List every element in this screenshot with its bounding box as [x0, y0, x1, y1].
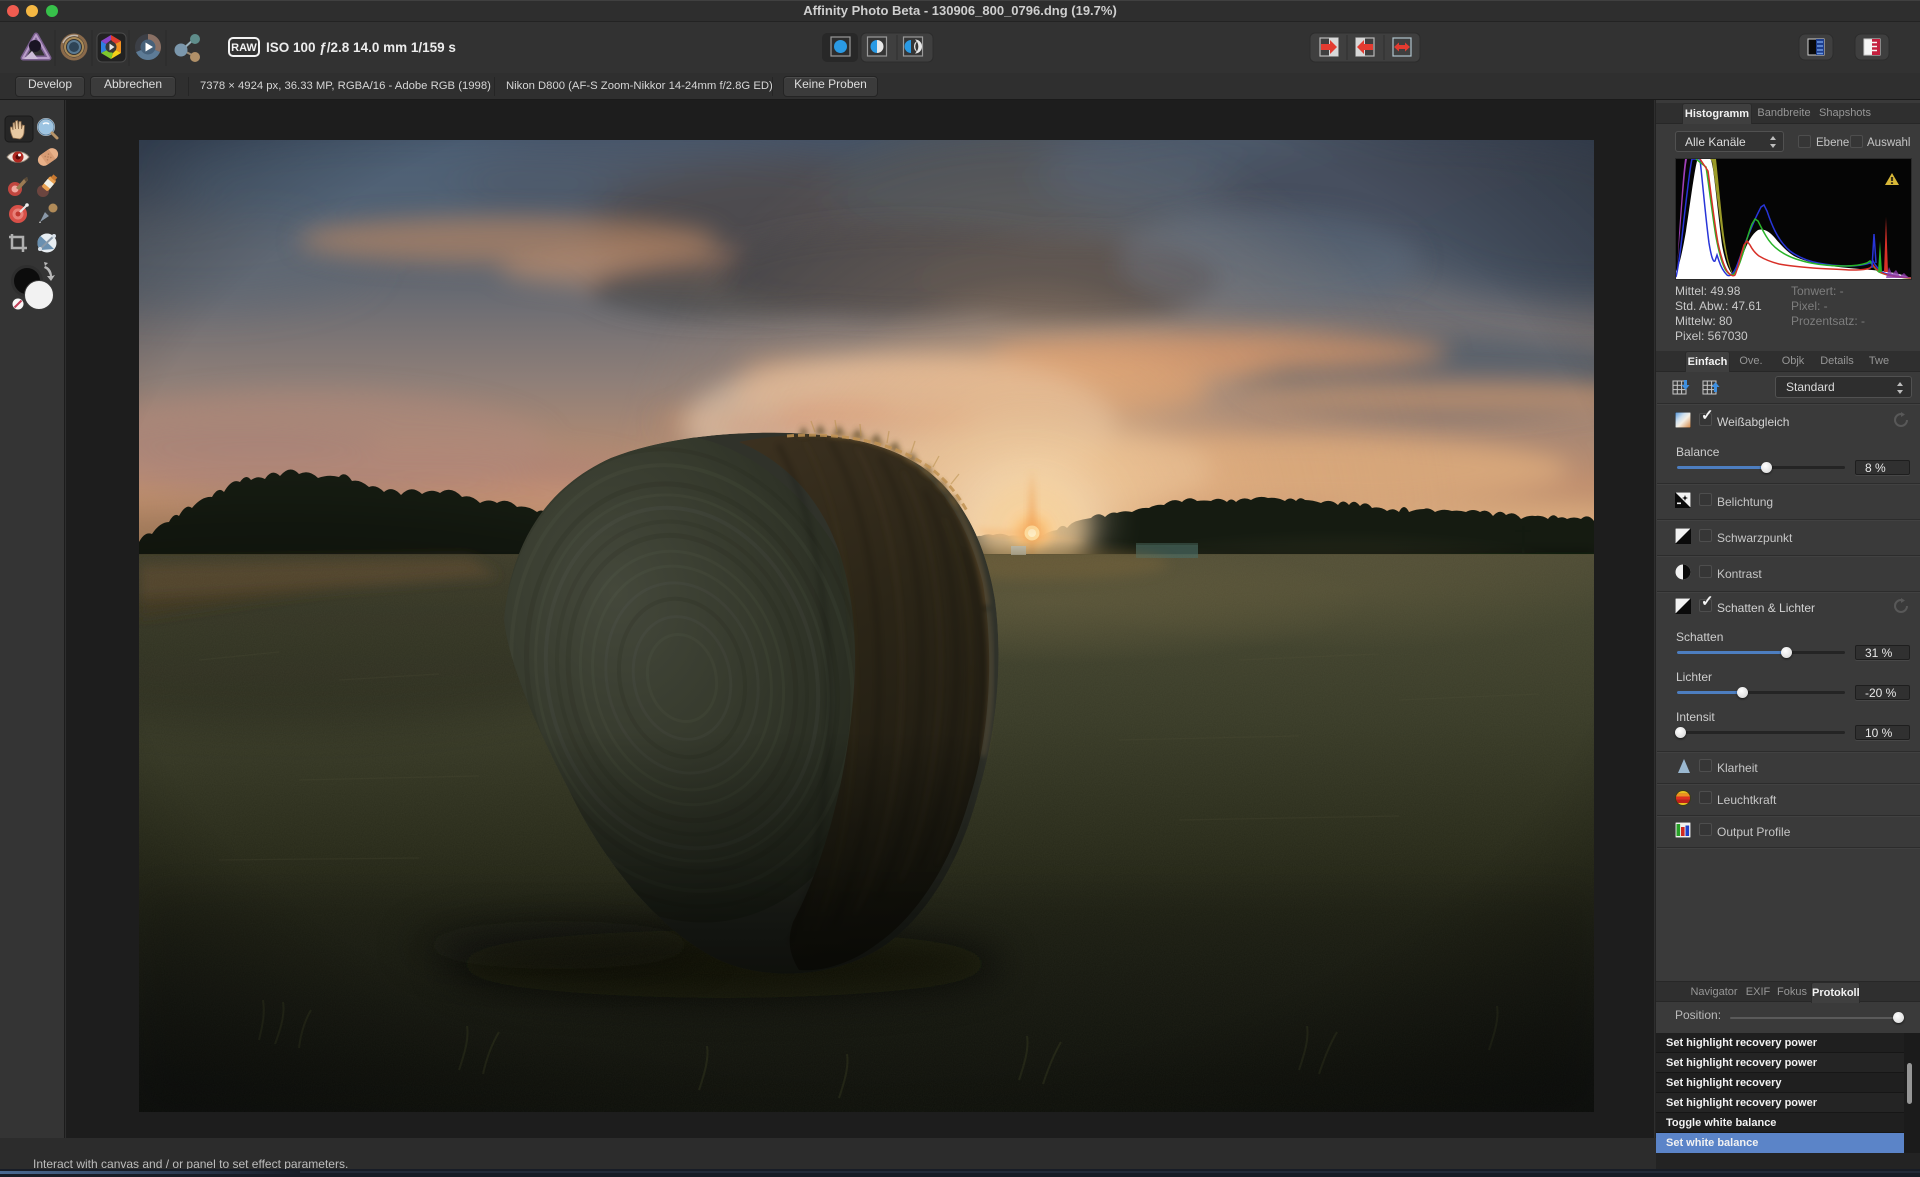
svg-text:ISO 100 ƒ/2.8 14.0 mm 1/159 s: ISO 100 ƒ/2.8 14.0 mm 1/159 s [266, 40, 456, 55]
svg-text:RAW: RAW [231, 42, 257, 54]
